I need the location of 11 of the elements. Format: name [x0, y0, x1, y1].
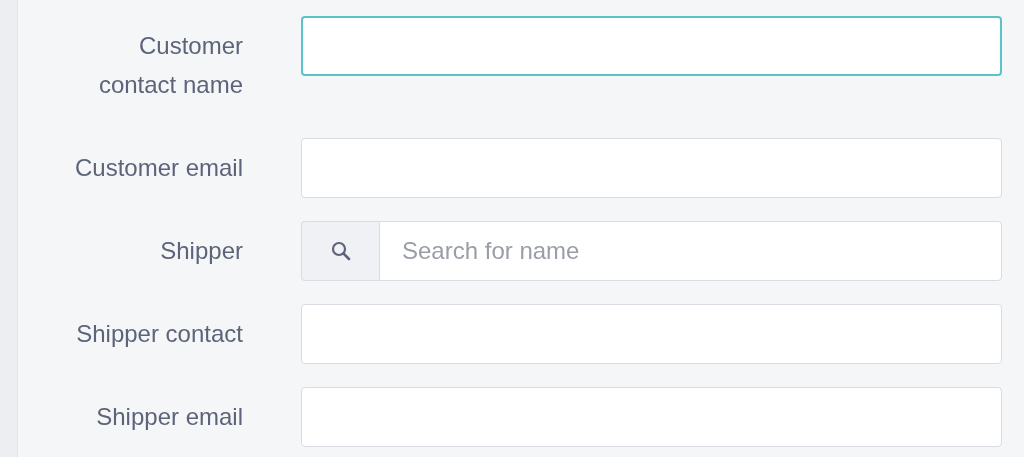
- input-field[interactable]: [301, 138, 1002, 198]
- input-field[interactable]: [301, 387, 1002, 447]
- field-label: Customer contact name: [97, 31, 243, 100]
- field-label: Shipper email: [96, 402, 243, 432]
- input-field[interactable]: [301, 16, 1002, 76]
- search-field[interactable]: Search for name: [379, 221, 1002, 281]
- field-label: Shipper: [160, 236, 243, 266]
- input-field[interactable]: [301, 304, 1002, 364]
- search-icon: [330, 241, 351, 261]
- field-label: Customer email: [74, 153, 243, 183]
- field-label: Shipper contact: [76, 319, 243, 349]
